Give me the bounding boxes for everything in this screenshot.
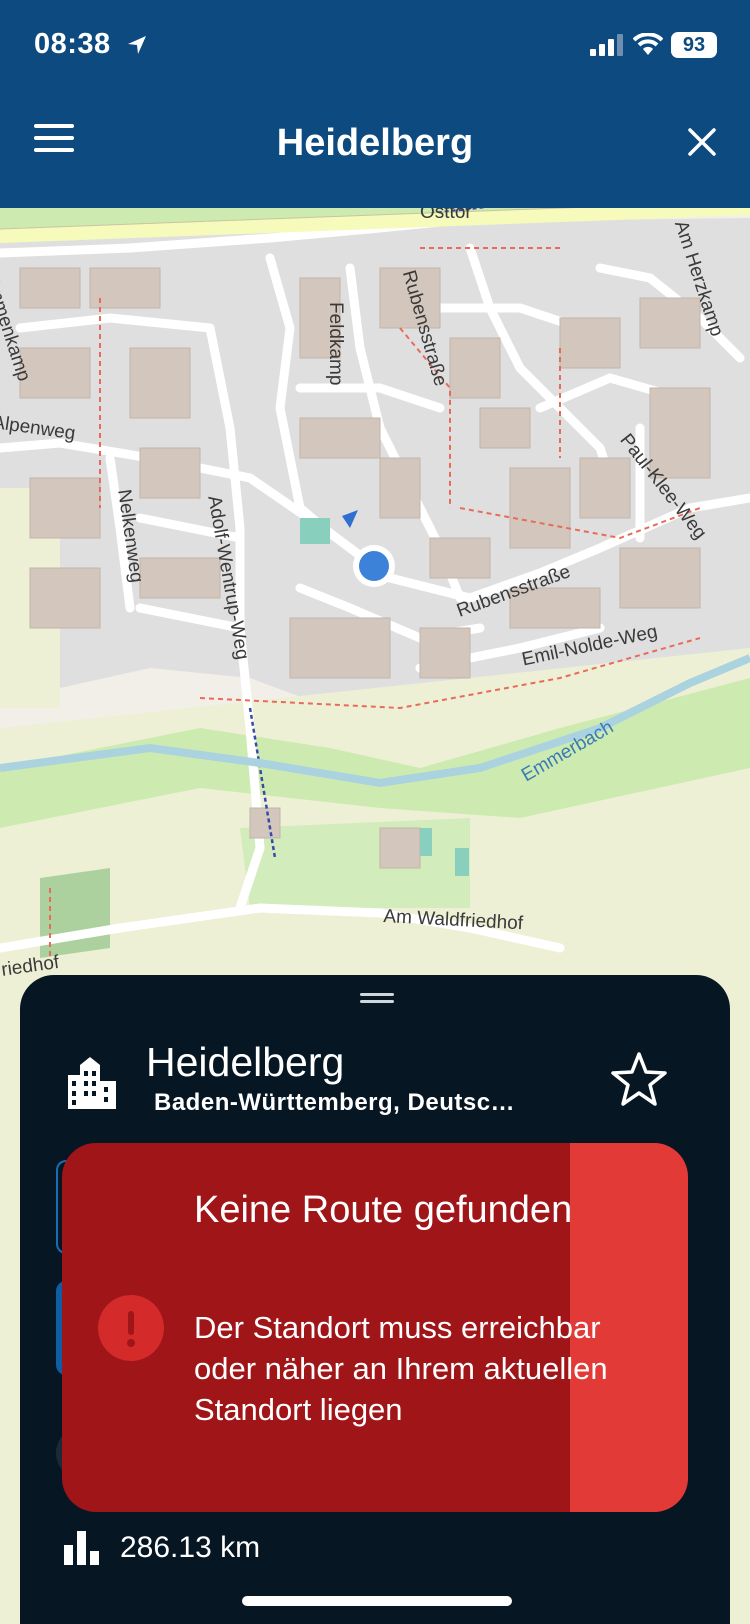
location-arrow-icon <box>128 36 146 54</box>
toast-message: Der Standort muss erreichbar oder näher … <box>194 1310 608 1427</box>
street-label: Feldkamp <box>325 302 346 386</box>
app-header: 08:38 93 Heidelberg <box>0 0 750 208</box>
battery-indicator: 93 <box>671 32 717 58</box>
current-location-dot <box>359 551 389 581</box>
favorite-star-icon[interactable] <box>610 1051 668 1107</box>
city-icon <box>68 1057 116 1109</box>
error-icon <box>98 1295 164 1361</box>
place-title: Heidelberg <box>146 1039 345 1085</box>
street-label: Osttor <box>420 208 472 223</box>
wifi-icon <box>633 33 663 55</box>
home-indicator[interactable] <box>242 1596 512 1606</box>
place-subtitle: Baden-Württemberg, Deutsc… <box>154 1089 516 1116</box>
distance-value: 286.13 km <box>120 1531 261 1564</box>
bar-chart-icon <box>64 1531 99 1565</box>
toast-title: Keine Route gefunden <box>194 1189 573 1231</box>
cellular-signal-icon <box>590 34 623 56</box>
grabber-line <box>360 1000 394 1003</box>
error-toast[interactable]: Keine Route gefunden Der Standort muss e… <box>62 1143 688 1512</box>
page-title: Heidelberg <box>276 122 474 164</box>
grabber-line <box>360 993 394 996</box>
status-time: 08:38 <box>34 28 111 60</box>
sheet-grabber[interactable] <box>360 993 394 1005</box>
close-icon[interactable] <box>686 126 718 158</box>
